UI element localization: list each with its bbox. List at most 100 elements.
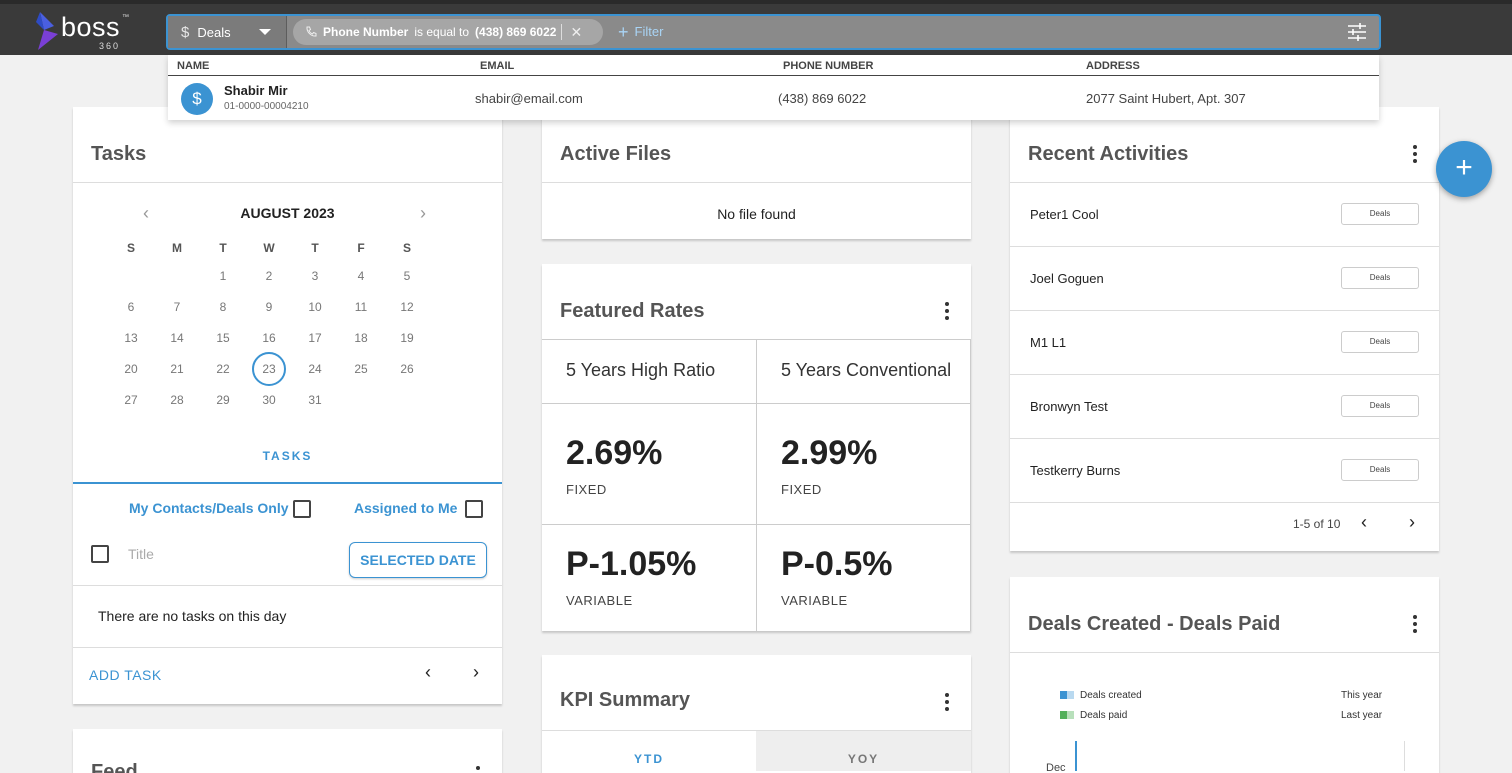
featured-rates-card: Featured Rates 5 Years High Ratio 5 Year… [542, 264, 971, 631]
calendar-day[interactable]: 4 [344, 269, 378, 283]
calendar-day[interactable]: 12 [390, 300, 424, 314]
calendar-day[interactable]: 27 [114, 393, 148, 407]
plus-icon: + [618, 21, 629, 42]
calendar-day[interactable]: 30 [252, 393, 286, 407]
logo-sub: 360 [99, 41, 121, 51]
deals-chart-title: Deals Created - Deals Paid [1028, 613, 1281, 635]
weekday-label: T [311, 241, 319, 255]
next-month-icon[interactable]: › [420, 203, 426, 224]
entity-select[interactable]: $ Deals [168, 16, 287, 48]
calendar-day[interactable]: 8 [206, 300, 240, 314]
calendar-day[interactable]: 19 [390, 331, 424, 345]
recent-activities-menu-icon[interactable] [1413, 145, 1417, 163]
tune-icon[interactable] [1347, 23, 1367, 41]
calendar-day[interactable]: 3 [298, 269, 332, 283]
activity-badge: Deals [1341, 459, 1419, 481]
plus-icon: + [1455, 151, 1473, 184]
kpi-menu-icon[interactable] [945, 693, 949, 711]
calendar-day[interactable]: 25 [344, 362, 378, 376]
activity-row[interactable]: M1 L1 Deals [1010, 311, 1439, 375]
activity-row[interactable]: Testkerry Burns Deals [1010, 439, 1439, 503]
divider [73, 182, 502, 183]
filter-value: (438) 869 6022 [475, 25, 557, 39]
rate-variable-value: P-1.05% [566, 545, 697, 583]
tasks-card: Tasks ‹ AUGUST 2023 › S M T W T F S 1 2 3 4 5 6 7 8 9 10… [73, 107, 502, 704]
my-contacts-checkbox[interactable] [293, 500, 311, 518]
calendar-day[interactable]: 17 [298, 331, 332, 345]
top-bar: boss ™ 360 $ Deals Phone Number is equal… [0, 0, 1512, 55]
calendar-day[interactable]: 22 [206, 362, 240, 376]
logo-text: boss [61, 12, 121, 42]
calendar-day-selected[interactable]: 23 [252, 352, 286, 386]
tasks-title: Tasks [91, 143, 147, 165]
add-task-button[interactable]: ADD TASK [89, 667, 162, 683]
calendar-day[interactable]: 7 [160, 300, 194, 314]
result-phone: (438) 869 6022 [778, 91, 867, 106]
feed-menu-icon[interactable] [476, 766, 480, 773]
active-files-card: Active Files No file found [542, 107, 971, 239]
result-row[interactable]: $ Shabir Mir 01-0000-00004210 shabir@ema… [168, 76, 1379, 120]
activity-row[interactable]: Joel Goguen Deals [1010, 247, 1439, 311]
activity-name: Testkerry Burns [1030, 463, 1121, 478]
chevron-left-icon[interactable]: ‹ [425, 662, 431, 683]
chevron-right-icon[interactable]: › [473, 662, 479, 683]
calendar-day[interactable]: 24 [298, 362, 332, 376]
calendar-day[interactable]: 1 [206, 269, 240, 283]
results-header: NAME EMAIL PHONE NUMBER ADDRESS [168, 55, 1379, 76]
calendar-day[interactable]: 9 [252, 300, 286, 314]
activity-badge: Deals [1341, 395, 1419, 417]
calendar-day[interactable]: 13 [114, 331, 148, 345]
global-search-bar[interactable]: $ Deals Phone Number is equal to (438) 8… [166, 14, 1381, 50]
selected-date-button[interactable]: SELECTED DATE [349, 542, 487, 578]
add-filter-button[interactable]: + Filter [618, 21, 663, 42]
remove-filter-icon[interactable]: ✕ [570, 24, 582, 41]
no-files-text: No file found [717, 206, 796, 222]
calendar-day[interactable]: 11 [344, 300, 378, 314]
deals-chart-menu-icon[interactable] [1413, 615, 1417, 633]
phone-icon [306, 26, 317, 37]
filter-chip[interactable]: Phone Number is equal to (438) 869 6022 … [293, 19, 603, 45]
rate-fixed-cell: 2.69% FIXED [542, 404, 757, 525]
chart-axis [1075, 741, 1077, 771]
result-name: Shabir Mir [224, 83, 288, 98]
caret-down-icon[interactable] [259, 29, 271, 35]
calendar-day[interactable]: 6 [114, 300, 148, 314]
boss360-logo[interactable]: boss ™ 360 [34, 10, 134, 54]
calendar-day[interactable]: 10 [298, 300, 332, 314]
calendar-day[interactable]: 21 [160, 362, 194, 376]
chevron-left-icon[interactable]: ‹ [1361, 512, 1367, 533]
divider [73, 647, 502, 648]
rate-variable-label: VARIABLE [781, 593, 848, 608]
calendar-day[interactable]: 26 [390, 362, 424, 376]
calendar-day[interactable]: 14 [160, 331, 194, 345]
calendar-day[interactable]: 18 [344, 331, 378, 345]
select-all-checkbox[interactable] [91, 545, 109, 563]
calendar-month: AUGUST 2023 [240, 205, 335, 221]
tab-yoy[interactable]: YOY [756, 731, 971, 771]
calendar-day[interactable]: 20 [114, 362, 148, 376]
activity-row[interactable]: Peter1 Cool Deals [1010, 183, 1439, 247]
assigned-checkbox[interactable] [465, 500, 483, 518]
add-fab-button[interactable]: + [1436, 141, 1492, 197]
featured-rates-menu-icon[interactable] [945, 302, 949, 320]
calendar-day[interactable]: 15 [206, 331, 240, 345]
feed-card: Feed [73, 729, 502, 773]
calendar-day[interactable]: 28 [160, 393, 194, 407]
empty-tasks-text: There are no tasks on this day [98, 608, 287, 624]
chevron-right-icon[interactable]: › [1409, 512, 1415, 533]
calendar-day[interactable]: 16 [252, 331, 286, 345]
calendar-day[interactable]: 29 [206, 393, 240, 407]
logo-mark-icon [36, 12, 58, 50]
activity-row[interactable]: Bronwyn Test Deals [1010, 375, 1439, 439]
tab-tasks[interactable]: TASKS [73, 449, 502, 463]
calendar-day[interactable]: 31 [298, 393, 332, 407]
legend-created: Deals created [1080, 690, 1142, 701]
legend-swatch-created [1060, 691, 1074, 699]
deals-chart-card: Deals Created - Deals Paid Deals created… [1010, 577, 1439, 773]
calendar-day[interactable]: 5 [390, 269, 424, 283]
tab-ytd[interactable]: YTD [542, 731, 756, 771]
deal-avatar-icon: $ [181, 83, 213, 115]
logo-trademark: ™ [122, 14, 129, 21]
rate-fixed-value: 2.69% [566, 434, 663, 472]
calendar-day[interactable]: 2 [252, 269, 286, 283]
